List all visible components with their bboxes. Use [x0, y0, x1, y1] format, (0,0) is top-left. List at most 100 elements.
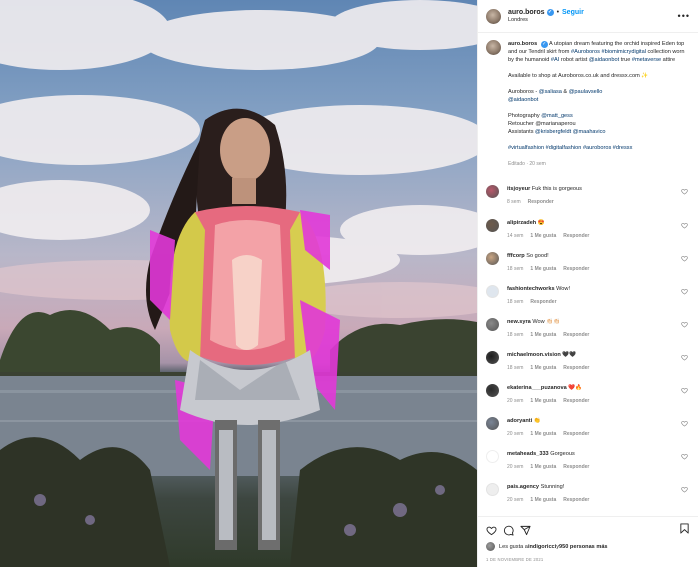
share-icon[interactable] [520, 525, 531, 536]
comment-heart-icon[interactable] [681, 354, 688, 361]
comment-username[interactable]: itsjoyeur [507, 186, 530, 192]
comments-scroll[interactable]: auro.boros ✓ A utopian dream featuring t… [478, 33, 698, 516]
comment-text-line: metaheads_333 Gorgeous [507, 450, 687, 458]
comment-likes[interactable]: 1 Me gusta [530, 332, 556, 338]
comment-time[interactable]: 14 sem [507, 233, 523, 239]
reply-button[interactable]: Responder [563, 332, 589, 338]
commenter-avatar[interactable] [486, 417, 499, 430]
mention-link[interactable]: @saliasa [539, 89, 562, 95]
reply-button[interactable]: Responder [563, 431, 589, 437]
caption-hashtags[interactable]: #virtualfashion #digitalfashion #aurobor… [508, 144, 690, 152]
author-avatar[interactable] [486, 8, 501, 24]
comment-username[interactable]: new.syra [507, 319, 531, 325]
verified-badge-icon: ✓ [540, 40, 548, 48]
hashtag-link[interactable]: #metaverse [632, 57, 661, 63]
commenter-avatar[interactable] [486, 252, 499, 265]
comment-username[interactable]: pais.agency [507, 484, 539, 490]
commenter-avatar[interactable] [486, 384, 499, 397]
comment-heart-icon[interactable] [681, 420, 688, 427]
reply-button[interactable]: Responder [563, 266, 589, 272]
mention-link[interactable]: @paulavsello [569, 89, 603, 95]
liker-username[interactable]: indigoricci [528, 544, 556, 550]
commenter-avatar[interactable] [486, 483, 499, 496]
mention-link[interactable]: @matt_gess [541, 113, 572, 119]
mention-link[interactable]: @krisbergfeldt [535, 129, 571, 135]
commenter-avatar[interactable] [486, 285, 499, 298]
comment-likes[interactable]: 1 Me gusta [530, 497, 556, 503]
mention-link[interactable]: @aidaonbot [508, 97, 538, 103]
reply-button[interactable]: Responder [563, 233, 589, 239]
reply-button[interactable]: Responder [563, 365, 589, 371]
follow-button[interactable]: Seguir [562, 9, 584, 17]
commenter-avatar[interactable] [486, 450, 499, 463]
comment-text-line: alipirzadeh 😍 [507, 219, 687, 227]
comment-likes[interactable]: 1 Me gusta [530, 398, 556, 404]
comment-icon[interactable] [503, 525, 514, 536]
likes-prefix: Les gusta a [499, 543, 528, 550]
caption-body: auro.boros ✓ A utopian dream featuring t… [508, 40, 690, 168]
author-username[interactable]: auro.boros [508, 9, 545, 17]
comment-username[interactable]: ekaterina___puzanova [507, 385, 567, 391]
reply-button[interactable]: Responder [563, 464, 589, 470]
comment-item: metaheads_333 Gorgeous 20 sem 1 Me gusta Re… [486, 450, 690, 470]
caption-text: true [619, 57, 632, 63]
comment-time[interactable]: 18 sem [507, 365, 523, 371]
comment-likes[interactable]: 1 Me gusta [530, 464, 556, 470]
comment-heart-icon[interactable] [681, 255, 688, 262]
likes-summary[interactable]: Les gusta a indigoricci y 950 personas m… [486, 542, 690, 551]
comment-username[interactable]: alipirzadeh [507, 220, 536, 226]
comment-likes[interactable]: 1 Me gusta [530, 431, 556, 437]
comment-time[interactable]: 18 sem [507, 332, 523, 338]
mention-link[interactable]: @maahavico [573, 129, 606, 135]
commenter-avatar[interactable] [486, 219, 499, 232]
comment-time[interactable]: 20 sem [507, 464, 523, 470]
comment-text: Stunning! [540, 484, 565, 490]
caption-text: Photography [508, 113, 542, 119]
reply-button[interactable]: Responder [530, 299, 556, 305]
comment-username[interactable]: metaheads_333 [507, 451, 549, 457]
commenter-avatar[interactable] [486, 318, 499, 331]
comment-time[interactable]: 18 sem [507, 299, 523, 305]
comment-heart-icon[interactable] [681, 387, 688, 394]
caption-author-avatar[interactable] [486, 40, 501, 55]
comment-heart-icon[interactable] [681, 486, 688, 493]
likes-count[interactable]: 950 personas más [559, 544, 608, 550]
mention-link[interactable]: @aidaonbot [589, 57, 619, 63]
commenter-avatar[interactable] [486, 351, 499, 364]
verified-badge-icon: ✓ [546, 8, 554, 16]
comment-time[interactable]: 18 sem [507, 266, 523, 272]
caption-username[interactable]: auro.boros [508, 41, 537, 47]
comment-text-line: new.syra Wow 👏🏻👏🏻 [507, 318, 687, 326]
post-location[interactable]: Londres [508, 17, 584, 23]
comment-likes[interactable]: 1 Me gusta [530, 233, 556, 239]
commenter-avatar[interactable] [486, 185, 499, 198]
comment-username[interactable]: fffcorp [507, 253, 525, 259]
post-photo[interactable] [0, 0, 477, 567]
comment-time[interactable]: 20 sem [507, 497, 523, 503]
reply-button[interactable]: Responder [528, 199, 554, 205]
reply-button[interactable]: Responder [563, 398, 589, 404]
comment-heart-icon[interactable] [681, 188, 688, 195]
comment-username[interactable]: adoryanti [507, 418, 532, 424]
bookmark-icon[interactable] [679, 523, 690, 534]
comment-username[interactable]: fashiontechworks [507, 286, 555, 292]
comment-likes[interactable]: 1 Me gusta [530, 365, 556, 371]
comment-heart-icon[interactable] [681, 222, 688, 229]
comment-item: fashiontechworks Wow! 18 sem Responder [486, 285, 690, 305]
comment-time[interactable]: 20 sem [507, 398, 523, 404]
caption-text: robot artist [559, 57, 589, 63]
comment-time[interactable]: 8 sem [507, 199, 521, 205]
comment-likes[interactable]: 1 Me gusta [530, 266, 556, 272]
comment-item: itsjoyeur Fuk this is gorgeous 8 sem Respo… [486, 185, 690, 205]
hashtag-link[interactable]: #biomimicrydigital [602, 49, 646, 55]
caption-text: Retoucher @marianaperou [508, 121, 576, 127]
comment-heart-icon[interactable] [681, 453, 688, 460]
comment-heart-icon[interactable] [681, 321, 688, 328]
comment-heart-icon[interactable] [681, 288, 688, 295]
reply-button[interactable]: Responder [563, 497, 589, 503]
comment-username[interactable]: michaelmoon.vision [507, 352, 561, 358]
comment-time[interactable]: 20 sem [507, 431, 523, 437]
heart-icon[interactable] [486, 525, 497, 536]
more-options-icon[interactable]: ••• [678, 12, 690, 21]
hashtag-link[interactable]: #Auroboros [571, 49, 600, 55]
